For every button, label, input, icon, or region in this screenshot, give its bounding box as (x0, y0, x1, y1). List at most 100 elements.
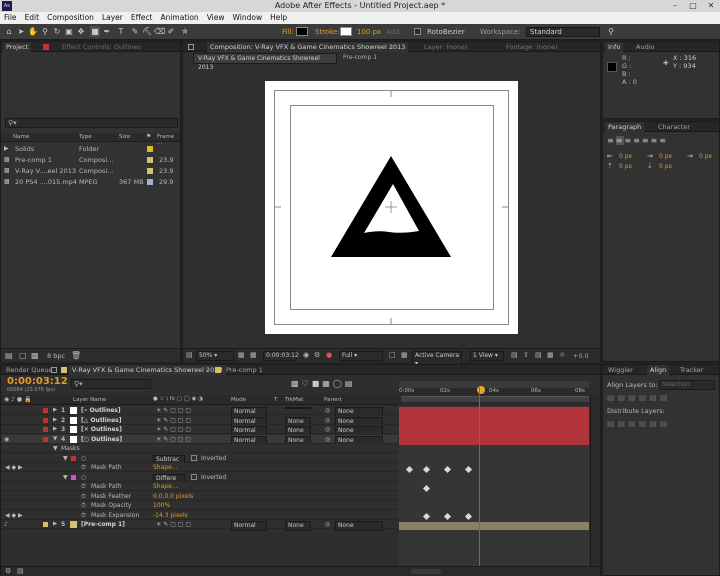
masks-group-row[interactable]: ▼ Masks (1, 444, 398, 453)
timeline-lock-icon[interactable] (51, 367, 57, 373)
snapshot-icon[interactable]: ◉ (303, 351, 309, 359)
toggle-switches-icon[interactable]: ⚙ (5, 567, 11, 575)
project-item-color[interactable] (147, 146, 153, 152)
zoom-tool-icon[interactable]: ⚲ (40, 26, 50, 37)
menu-view[interactable]: View (203, 12, 229, 22)
type-tool-icon[interactable]: T (116, 26, 126, 37)
flowchart-icon[interactable]: ▦ (547, 351, 554, 359)
timeline-layer-row[interactable]: ◉ ▼ 4 [○ Outlines] ☀ ✎ ▢ ▢ ▢ Normal None ◎ None (1, 434, 398, 446)
expand-arrow-icon[interactable]: ▶ (53, 425, 57, 434)
tab-timeline-precomp[interactable]: Pre-comp 1 (223, 365, 266, 375)
menu-help[interactable]: Help (266, 12, 291, 22)
show-snapshot-icon[interactable]: ⚙ (314, 351, 320, 359)
tab-render-queue[interactable]: Render Queue (3, 365, 56, 375)
close-icon[interactable]: ✕ (702, 0, 720, 11)
timeline-icon[interactable]: ▤ (535, 351, 542, 359)
project-item[interactable]: ▩ 20 PS4 ....015.mp4 MPEG 367 MB 29.9 (1, 177, 180, 187)
tab-info[interactable]: Info (605, 42, 624, 52)
region-of-interest-icon[interactable]: □ (389, 351, 396, 359)
layer-switches-icon[interactable]: ☀ ✎ ▢ ▢ ▢ (156, 406, 191, 415)
rectangle-tool-icon[interactable]: ■ (90, 26, 100, 37)
tab-character[interactable]: Character (655, 122, 693, 132)
layer-label-color[interactable] (43, 417, 48, 423)
justify-center-icon[interactable]: ≡ (642, 136, 651, 145)
new-composition-icon[interactable]: ▩ (31, 351, 39, 360)
frame-blending-icon[interactable]: ▦ (322, 379, 333, 388)
mask1-arrow-icon[interactable]: ▼ (63, 454, 68, 463)
timeline-layer-row[interactable]: ▶ 2 [△ Outlines] ☀ ✎ ▢ ▢ ▢ Normal None ◎ None (1, 415, 398, 427)
delete-icon[interactable]: 🗑 (71, 351, 81, 360)
layer-bars-outlines[interactable] (399, 407, 589, 445)
indent-right-value[interactable]: 0 px (659, 153, 672, 160)
menu-effect[interactable]: Effect (127, 12, 157, 22)
maximize-icon[interactable]: □ (684, 0, 702, 11)
audio-icon[interactable]: ♪ (4, 520, 8, 529)
distribute-right-icon[interactable]: ▤ (660, 419, 671, 428)
comp-lock-icon[interactable] (188, 44, 194, 50)
pen-tool-icon[interactable]: ✒ (102, 26, 112, 37)
pickwhip-icon[interactable]: ◎ (325, 435, 330, 444)
fill-swatch[interactable] (296, 27, 308, 36)
project-item[interactable]: ▩ V-Ray V....eel 2013 Composi... 23.9 (1, 166, 180, 176)
pickwhip-icon[interactable]: ◎ (325, 425, 330, 434)
grid-icon[interactable]: ▦ (250, 351, 257, 359)
stopwatch-icon[interactable]: ⏱ (81, 492, 86, 501)
current-time-indicator[interactable] (479, 387, 480, 576)
menu-edit[interactable]: Edit (21, 12, 44, 22)
layer-label-color[interactable] (43, 408, 48, 413)
new-folder-icon[interactable]: ▢ (19, 351, 27, 360)
column-layer-name[interactable]: Layer Name (73, 397, 106, 403)
align-right-edges-icon[interactable]: ▤ (628, 393, 639, 402)
space-after-value[interactable]: 0 px (659, 163, 672, 170)
expand-arrow-icon[interactable]: ▶ (53, 406, 57, 415)
mask1-visibility-icon[interactable]: ○ (81, 454, 86, 463)
tab-tracker[interactable]: Tracker (677, 365, 706, 375)
stopwatch-icon[interactable]: ⏱ (81, 482, 86, 491)
mask1-inverted-checkbox[interactable] (191, 454, 197, 461)
mask2-path-row[interactable]: ⏱ Mask Path Shape... (1, 482, 398, 491)
mask2-path-value[interactable]: Shape... (153, 482, 178, 491)
camera-tool-icon[interactable]: ▣ (64, 26, 74, 37)
layer-name[interactable]: [○ Outlines] (81, 435, 122, 444)
zoom-slider[interactable] (411, 569, 441, 574)
hand-tool-icon[interactable]: ✋ (28, 26, 38, 37)
tab-wiggler[interactable]: Wiggler (605, 365, 636, 375)
column-name[interactable]: Name (13, 134, 29, 140)
mask2-feather-row[interactable]: ⏱ Mask Feather 0.0,0.0 pixels (1, 491, 398, 501)
timeline-tab-close-icon[interactable]: × (205, 366, 210, 374)
layer-name[interactable]: [∘ Outlines] (81, 406, 121, 415)
mask2-feather-value[interactable]: 0.0,0.0 pixels (153, 492, 193, 501)
comp-time-display[interactable]: 0:00:03:12 (263, 351, 299, 361)
justify-right-icon[interactable]: ≡ (651, 136, 660, 145)
motion-blur-icon[interactable]: ◯ (333, 379, 345, 388)
tab-footage[interactable]: Footage: (none) (503, 42, 561, 52)
current-timecode[interactable]: 0:00:03:12 (7, 376, 68, 387)
column-trkmat[interactable]: TrkMat (285, 397, 303, 403)
layer-switches-icon[interactable]: ☀ ✎ ▢ ▢ ▢ (156, 520, 191, 529)
graph-editor-icon[interactable]: ▤ (345, 379, 356, 388)
mask1-color[interactable] (71, 455, 76, 461)
draft-3d-icon[interactable]: ♡ (302, 379, 312, 388)
mask2-inverted-checkbox[interactable] (191, 473, 197, 480)
distribute-top-icon[interactable]: ▤ (607, 419, 618, 428)
layer-name[interactable]: [✕ Outlines] (81, 425, 122, 434)
timeline-layer-row[interactable]: ▶ 3 [✕ Outlines] ☀ ✎ ▢ ▢ ▢ Normal None ◎ None (1, 425, 398, 436)
tab-project[interactable]: Project (3, 42, 32, 52)
justify-left-icon[interactable]: ≡ (633, 136, 642, 145)
selection-tool-icon[interactable]: ➤ (16, 26, 26, 37)
comp-mini-flowchart-icon[interactable]: ▩ (291, 379, 302, 388)
expand-arrow-icon[interactable]: ▶ (53, 416, 57, 425)
mask2-row[interactable]: ▼ ○ Differe Inverted (1, 472, 398, 484)
tab-audio[interactable]: Audio (633, 42, 657, 52)
layer-name[interactable]: [Pre-comp 1] (81, 520, 125, 529)
align-horizontal-center-icon[interactable]: ▤ (618, 393, 629, 402)
menu-window[interactable]: Window (229, 12, 267, 22)
transparency-grid-icon[interactable]: ▦ (401, 351, 408, 359)
project-item-color[interactable] (147, 168, 153, 174)
layer-name[interactable]: [△ Outlines] (81, 416, 121, 425)
mask2-opacity-row[interactable]: ⏱ Mask Opacity 100% (1, 501, 398, 510)
column-size[interactable]: Size (119, 134, 130, 140)
breadcrumb-comp[interactable]: V-Ray VFX & Game Cinematics Showreel 201… (193, 53, 337, 71)
menu-animation[interactable]: Animation (156, 12, 202, 22)
mask2-expansion-value[interactable]: -14.3 pixels (153, 511, 188, 520)
